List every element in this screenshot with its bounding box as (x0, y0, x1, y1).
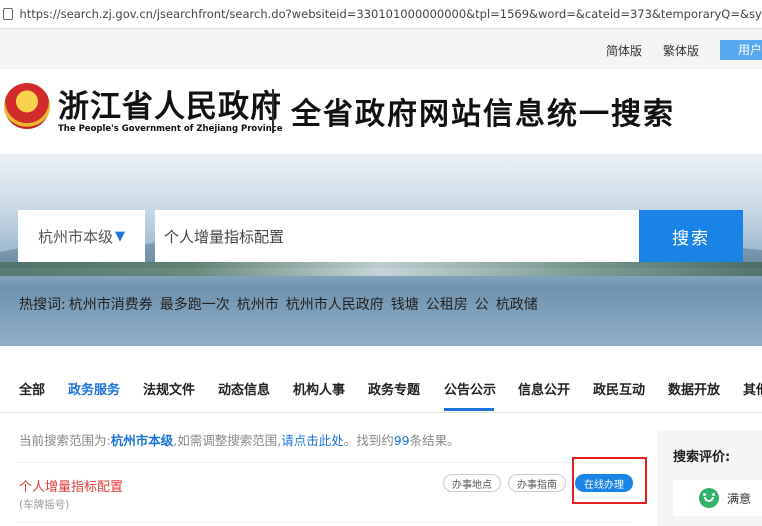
national-emblem-icon (4, 83, 50, 129)
hot-term[interactable]: 杭州市人民政府 (286, 297, 384, 313)
tab-personnel[interactable]: 机构人事 (293, 379, 345, 398)
tab-other[interactable]: 其他 (743, 379, 762, 398)
search-button[interactable]: 搜索 (639, 210, 743, 262)
url-text[interactable]: https://search.zj.gov.cn/jsearchfront/se… (19, 7, 762, 21)
banner-shoreline (0, 262, 762, 276)
scope-mid: ,如需调整搜索范围, (173, 433, 282, 448)
header-divider (272, 89, 274, 133)
hot-term[interactable]: 最多跑一次 (160, 297, 230, 313)
hot-term[interactable]: 杭州市消费券 (69, 297, 153, 313)
scope-prefix: 当前搜索范围为: (19, 433, 111, 448)
tab-government-services[interactable]: 政务服务 (68, 379, 120, 398)
service-location-button[interactable]: 办事地点 (443, 474, 501, 492)
highlight-box (572, 457, 647, 504)
service-guide-button[interactable]: 办事指南 (508, 474, 566, 492)
search-scope-text: 当前搜索范围为:杭州市本级,如需调整搜索范围,请点击此处。找到约99条结果。 (19, 430, 460, 449)
user-button[interactable]: 用户 (720, 40, 762, 60)
satisfied-option[interactable]: 满意 (673, 480, 762, 516)
hot-search-label: 热搜词: (19, 297, 66, 313)
tab-announcements[interactable]: 公告公示 (444, 379, 496, 398)
search-banner: 杭州市本级 ▼ 个人增量指标配置 搜索 热搜词: 杭州市消费券 最多跑一次 杭州市 杭州… (0, 154, 762, 346)
result-subtitle: (车牌摇号) (19, 499, 70, 511)
dropdown-arrow-icon: ▼ (115, 228, 126, 244)
hot-term[interactable]: 杭州市 (237, 297, 279, 313)
result-title-link[interactable]: 个人增量指标配置 (19, 476, 123, 495)
address-bar[interactable]: https://search.zj.gov.cn/jsearchfront/se… (0, 0, 762, 29)
language-bar: 简体版 繁体版 用户 (0, 29, 762, 69)
search-query: 个人增量指标配置 (164, 227, 285, 246)
hot-term[interactable]: 钱塘 (391, 297, 419, 313)
result-count: 99 (393, 433, 410, 448)
tab-all[interactable]: 全部 (19, 379, 45, 398)
simplified-chinese-link[interactable]: 简体版 (606, 42, 642, 59)
category-tabs: 全部 政务服务 法规文件 动态信息 机构人事 政务专题 公告公示 信息公开 政民… (0, 346, 762, 413)
scope-found-suffix: 条结果。 (409, 433, 460, 448)
search-input[interactable]: 个人增量指标配置 (155, 210, 639, 262)
scope-region: 杭州市本级 (110, 433, 174, 448)
page-title: 全省政府网站信息统一搜索 (291, 97, 675, 132)
tab-topics[interactable]: 政务专题 (368, 379, 420, 398)
result-divider (18, 462, 632, 463)
active-tab-indicator (444, 408, 494, 411)
region-label: 杭州市本级 (38, 227, 114, 246)
site-name[interactable]: 浙江省人民政府 (58, 81, 282, 126)
hot-term[interactable]: 公 (475, 297, 489, 313)
search-feedback-panel: 搜索评价: 满意 (657, 430, 762, 526)
scope-found-prefix: 。找到约 (343, 433, 394, 448)
tab-open-data[interactable]: 数据开放 (668, 379, 720, 398)
tab-information-disclosure[interactable]: 信息公开 (518, 379, 570, 398)
satisfied-label: 满意 (727, 491, 752, 506)
site-name-english: The People's Government of Zhejiang Prov… (58, 124, 283, 134)
tab-regulations[interactable]: 法规文件 (143, 379, 195, 398)
tab-news[interactable]: 动态信息 (218, 379, 270, 398)
hot-term[interactable]: 公租房 (426, 297, 468, 313)
tab-public-interaction[interactable]: 政民互动 (593, 379, 645, 398)
smile-icon (699, 488, 719, 508)
hot-search-terms: 热搜词: 杭州市消费券 最多跑一次 杭州市 杭州市人民政府 钱塘 公租房公杭政储 (19, 294, 545, 314)
hot-term[interactable]: 杭政储 (496, 297, 538, 313)
page-info-icon[interactable] (3, 8, 14, 20)
site-header: 浙江省人民政府 The People's Government of Zheji… (0, 69, 762, 154)
feedback-title: 搜索评价: (673, 450, 731, 465)
result-divider (18, 522, 632, 523)
traditional-chinese-link[interactable]: 繁体版 (663, 42, 699, 59)
region-select[interactable]: 杭州市本级 ▼ (18, 210, 145, 262)
change-scope-link[interactable]: 请点击此处 (281, 433, 344, 448)
